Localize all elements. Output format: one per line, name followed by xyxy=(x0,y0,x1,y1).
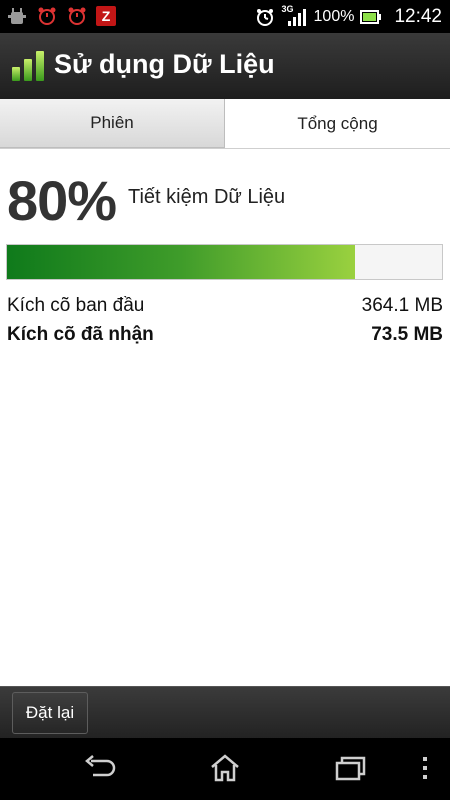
battery-percent: 100% xyxy=(313,7,355,25)
overflow-menu-icon xyxy=(421,755,429,786)
back-icon xyxy=(83,754,117,786)
bar-chart-icon xyxy=(10,47,46,83)
status-bar: Z 3G 100% 12:42 xyxy=(0,0,450,33)
received-size-row: Kích cõ đã nhận 73.5 MB xyxy=(7,324,443,346)
original-size-value: 364.1 MB xyxy=(361,295,443,316)
tab-session[interactable]: Phiên xyxy=(0,99,225,148)
original-size-label: Kích cõ ban đầu xyxy=(7,295,145,316)
original-size-row: Kích cõ ban đầu 364.1 MB xyxy=(7,295,443,317)
clock: 12:42 xyxy=(394,5,442,27)
system-indicators: 3G 100% 12:42 xyxy=(254,0,442,33)
alarm-icon xyxy=(36,5,58,27)
back-button[interactable] xyxy=(80,754,120,786)
android-debug-icon xyxy=(6,5,28,27)
alarm-clock-icon xyxy=(254,6,276,28)
reset-button[interactable]: Đặt lại xyxy=(12,692,88,734)
received-size-label: Kích cõ đã nhận xyxy=(7,324,154,345)
z-app-icon: Z xyxy=(96,6,116,26)
recent-apps-icon xyxy=(333,755,367,786)
savings-progress-bar xyxy=(6,244,443,280)
home-button[interactable] xyxy=(205,753,245,788)
tab-bar: Phiên Tổng cộng xyxy=(0,99,450,149)
overflow-menu-button[interactable] xyxy=(405,754,445,786)
recent-apps-button[interactable] xyxy=(330,754,370,786)
tab-label: Tổng cộng xyxy=(297,113,378,133)
notification-icons: Z xyxy=(6,4,116,28)
alarm-icon xyxy=(66,5,88,27)
home-icon xyxy=(208,753,242,788)
battery-icon xyxy=(360,9,382,25)
bottom-action-bar: Đặt lại xyxy=(0,686,450,739)
savings-progress-fill xyxy=(7,245,355,279)
action-bar-title: Sử dụng Dữ Liệu xyxy=(0,33,450,100)
received-size-value: 73.5 MB xyxy=(371,324,443,345)
signal-icon: 3G xyxy=(282,4,308,28)
savings-label: Tiết kiệm Dữ Liệu xyxy=(128,186,286,208)
app-title: Sử dụng Dữ Liệu xyxy=(54,49,275,79)
tab-label: Phiên xyxy=(90,113,134,132)
navigation-bar xyxy=(0,738,450,800)
savings-percent: 80% xyxy=(7,169,117,232)
tab-total[interactable]: Tổng cộng xyxy=(225,99,450,148)
